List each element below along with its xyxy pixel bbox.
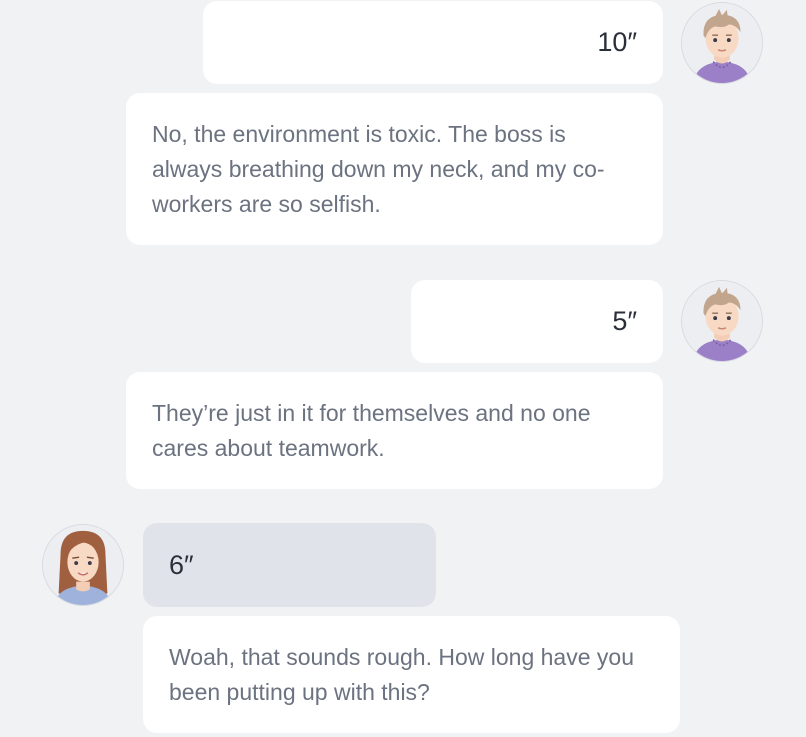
text-message-bubble: No, the environment is toxic. The boss i…: [126, 93, 663, 245]
text-message-bubble: Woah, that sounds rough. How long have y…: [143, 616, 680, 733]
male-avatar-icon[interactable]: [681, 280, 763, 362]
voice-message-bubble[interactable]: 10″: [203, 1, 663, 84]
voice-message-bubble[interactable]: 5″: [411, 280, 663, 363]
message-text: Woah, that sounds rough. How long have y…: [169, 644, 634, 705]
voice-duration-label: 5″: [612, 306, 637, 336]
male-avatar-icon[interactable]: [681, 2, 763, 84]
text-message-bubble: They’re just in it for themselves and no…: [126, 372, 663, 489]
voice-duration-label: 6″: [169, 549, 194, 580]
voice-duration-label: 10″: [597, 27, 637, 57]
female-avatar-icon[interactable]: [42, 524, 124, 606]
message-text: They’re just in it for themselves and no…: [152, 400, 591, 461]
message-text: No, the environment is toxic. The boss i…: [152, 121, 605, 217]
voice-message-bubble[interactable]: 6″: [143, 523, 436, 607]
